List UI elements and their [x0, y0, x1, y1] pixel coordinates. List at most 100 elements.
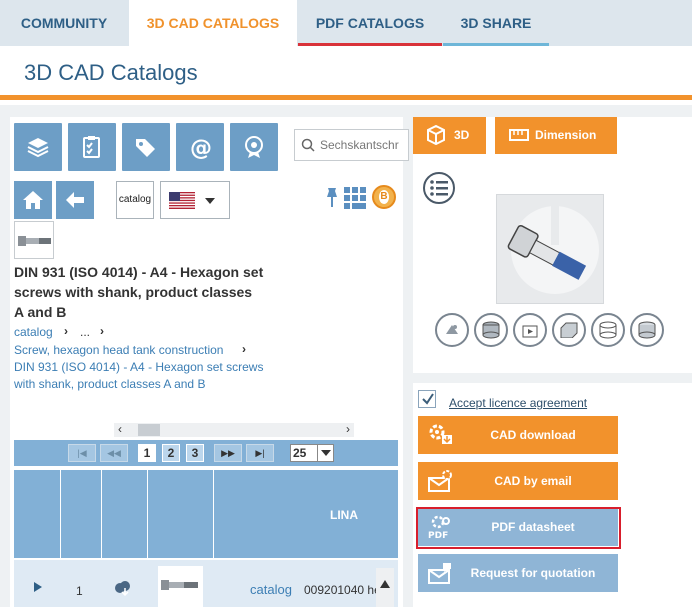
cloud-download-icon[interactable]	[114, 580, 132, 596]
chevron-right-icon: ›	[64, 324, 68, 338]
badge-icon	[245, 136, 263, 158]
tab-3d-cad-catalogs[interactable]: 3D CAD CATALOGS	[129, 0, 297, 46]
layers-icon	[27, 138, 49, 158]
page-size-select[interactable]: 25	[290, 444, 334, 462]
tab-3d[interactable]: 3D	[413, 117, 486, 154]
view-menu-button[interactable]	[423, 172, 455, 204]
badge-b-icon[interactable]: B	[372, 185, 396, 209]
render-icon	[446, 325, 458, 334]
table-row[interactable]: 1 catalog 009201040 he	[14, 560, 398, 607]
back-button[interactable]	[56, 181, 94, 219]
search-icon	[301, 138, 315, 152]
next-page-button[interactable]: ▶▶	[214, 444, 242, 462]
tags-icon	[136, 139, 155, 157]
tab-pdf-catalogs[interactable]: PDF CATALOGS	[298, 0, 442, 46]
wire-cylinder-icon	[599, 321, 617, 339]
catalog-logo[interactable]: catalog	[116, 181, 154, 219]
list-icon	[430, 180, 448, 196]
first-page-button[interactable]: |◀	[68, 444, 96, 462]
view-solid-button[interactable]	[552, 313, 586, 347]
play-cube-icon	[522, 325, 538, 338]
column-header-lina[interactable]: LINA	[330, 508, 358, 522]
view-hatched-button[interactable]	[474, 313, 508, 347]
tab-dimension[interactable]: Dimension	[495, 117, 617, 154]
breadcrumb-level2[interactable]: DIN 931 (ISO 4014) - A4 - Hexagon set sc…	[14, 359, 269, 393]
part-title: DIN 931 (ISO 4014) - A4 - Hexagon set sc…	[14, 264, 264, 320]
tab-dimension-label: Dimension	[535, 128, 597, 142]
view-shaded-button[interactable]	[630, 313, 664, 347]
scroll-thumb[interactable]	[138, 424, 160, 436]
chevron-up-icon[interactable]	[380, 580, 390, 588]
badge-b-label: B	[379, 190, 389, 204]
at-sign-icon: @	[190, 136, 212, 159]
prev-page-button[interactable]: ◀◀	[100, 444, 128, 462]
row-thumbnail[interactable]	[158, 566, 203, 607]
page-header: 3D CAD Catalogs	[0, 46, 692, 100]
breadcrumb-ellipsis[interactable]: ...	[80, 324, 90, 341]
quotation-icon	[428, 563, 451, 584]
last-page-button[interactable]: ▶|	[246, 444, 274, 462]
chevron-right-icon: ›	[242, 342, 246, 356]
chevron-down-icon	[205, 198, 215, 204]
request-quotation-button[interactable]: Request for quotation	[418, 554, 618, 592]
certificate-button[interactable]	[230, 123, 278, 171]
column-divider	[147, 470, 148, 558]
search-input[interactable]	[320, 130, 408, 160]
chevron-down-icon	[317, 445, 333, 461]
horizontal-scrollbar[interactable]: ‹ ›	[114, 422, 354, 437]
page-title: 3D CAD Catalogs	[24, 60, 198, 85]
pager: |◀ ◀◀ 1 2 3 ▶▶ ▶| 25	[14, 440, 398, 466]
hatched-cylinder-icon	[482, 321, 500, 339]
cube-icon	[427, 125, 445, 145]
breadcrumb-level1[interactable]: Screw, hexagon head tank construction	[14, 342, 223, 359]
cad-download-button[interactable]: CAD download	[418, 416, 618, 454]
screw-thumbnail-icon	[18, 236, 51, 246]
licence-checkbox[interactable]	[418, 390, 436, 408]
row-code: 009201040 he	[304, 583, 381, 597]
screw-3d-preview	[507, 205, 599, 294]
vertical-scrollbar[interactable]	[376, 568, 394, 607]
row-catalog-link[interactable]: catalog	[250, 582, 292, 597]
viewer-panel: 3D Dimension	[413, 117, 692, 373]
shaded-cylinder-icon	[638, 321, 656, 339]
tab-3d-share[interactable]: 3D SHARE	[443, 0, 549, 46]
chevron-left-icon[interactable]: ‹	[118, 422, 122, 436]
cad-email-button[interactable]: CAD by email	[418, 462, 618, 500]
page-1-button[interactable]: 1	[138, 444, 156, 462]
grid-view-icon[interactable]	[344, 187, 366, 209]
part-thumbnail[interactable]	[14, 221, 54, 259]
chevron-right-icon[interactable]: ›	[346, 422, 350, 436]
licence-agreement-link[interactable]: Accept licence agreement	[449, 396, 587, 410]
view-wireframe-button[interactable]	[591, 313, 625, 347]
language-select[interactable]	[160, 181, 230, 219]
home-icon	[23, 191, 43, 209]
tab-community[interactable]: COMMUNITY	[0, 0, 128, 46]
tags-button[interactable]	[122, 123, 170, 171]
chevron-right-icon: ›	[100, 324, 104, 338]
us-flag-icon	[169, 192, 195, 209]
3d-preview[interactable]	[496, 194, 604, 304]
solid-box-icon	[560, 322, 578, 338]
home-button[interactable]	[14, 181, 52, 219]
page-2-button[interactable]: 2	[162, 444, 180, 462]
layers-button[interactable]	[14, 123, 62, 171]
request-quotation-label: Request for quotation	[470, 566, 596, 580]
view-animation-button[interactable]	[513, 313, 547, 347]
checklist-button[interactable]	[68, 123, 116, 171]
cad-download-label: CAD download	[490, 428, 576, 442]
cad-email-icon	[428, 470, 452, 492]
page-3-button[interactable]: 3	[186, 444, 204, 462]
row-index: 1	[76, 584, 83, 598]
expand-row-icon[interactable]	[34, 582, 42, 592]
contact-button[interactable]: @	[176, 123, 224, 171]
ruler-icon	[509, 129, 529, 141]
top-navigation: COMMUNITY 3D CAD CATALOGS PDF CATALOGS 3…	[0, 0, 692, 46]
pin-icon[interactable]	[324, 187, 340, 209]
download-panel: Accept licence agreement CAD download CA…	[413, 383, 692, 607]
arrow-left-icon	[66, 192, 84, 208]
view-render-button[interactable]	[435, 313, 469, 347]
breadcrumb-catalog[interactable]: catalog	[14, 324, 53, 341]
svg-text:@: @	[190, 136, 212, 159]
screw-thumbnail-icon	[161, 580, 198, 590]
checkmark-icon	[422, 393, 434, 405]
